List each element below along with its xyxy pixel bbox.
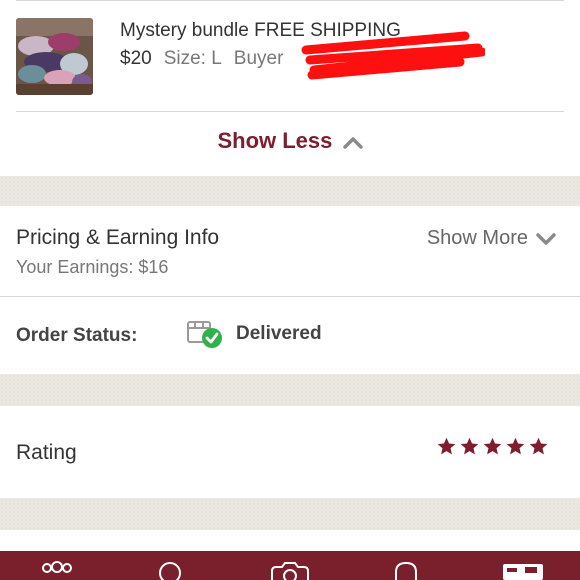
redaction-scribble xyxy=(301,31,485,80)
item-meta: $20 Size: L Buyer xyxy=(120,48,283,70)
star-icon xyxy=(506,437,525,455)
notifications-icon[interactable] xyxy=(392,561,420,580)
order-status-value: Delivered xyxy=(236,323,322,344)
chevron-up-icon xyxy=(342,137,363,149)
account-icon[interactable] xyxy=(502,561,544,580)
section-gap-1 xyxy=(0,176,580,206)
top-divider xyxy=(16,0,564,1)
item-divider xyxy=(16,111,564,112)
item-size: Size: L xyxy=(163,48,222,69)
search-icon[interactable] xyxy=(156,561,186,580)
rating-label: Rating xyxy=(16,441,77,464)
section-gap-2 xyxy=(0,374,580,406)
order-status-label: Order Status: xyxy=(16,325,138,346)
bottom-nav xyxy=(0,551,580,580)
earnings-text: Your Earnings: $16 xyxy=(16,257,169,277)
show-more-label: Show More xyxy=(426,227,528,249)
star-icon xyxy=(437,437,456,455)
star-icon xyxy=(483,437,502,455)
pricing-panel: Pricing & Earning Info Your Earnings: $1… xyxy=(0,206,580,374)
item-price: $20 xyxy=(120,48,152,69)
show-less-label: Show Less xyxy=(217,128,333,153)
camera-icon[interactable] xyxy=(268,561,312,580)
show-more-button[interactable]: Show More xyxy=(427,227,556,250)
star-icon xyxy=(460,437,479,455)
pricing-title: Pricing & Earning Info xyxy=(16,226,220,249)
section-gap-3 xyxy=(0,498,580,530)
community-icon[interactable] xyxy=(38,561,76,580)
chevron-down-icon xyxy=(536,232,556,245)
rating-stars xyxy=(436,436,549,457)
package-check-icon xyxy=(187,321,222,348)
buyer-label: Buyer xyxy=(233,48,284,69)
pricing-divider xyxy=(0,296,580,297)
item-card-panel: Mystery bundle FREE SHIPPING $20 Size: LB… xyxy=(0,0,580,176)
show-less-button[interactable]: Show Less xyxy=(0,128,580,154)
star-icon xyxy=(529,437,548,455)
next-panel-edge xyxy=(0,530,580,551)
item-thumbnail[interactable] xyxy=(16,18,93,95)
